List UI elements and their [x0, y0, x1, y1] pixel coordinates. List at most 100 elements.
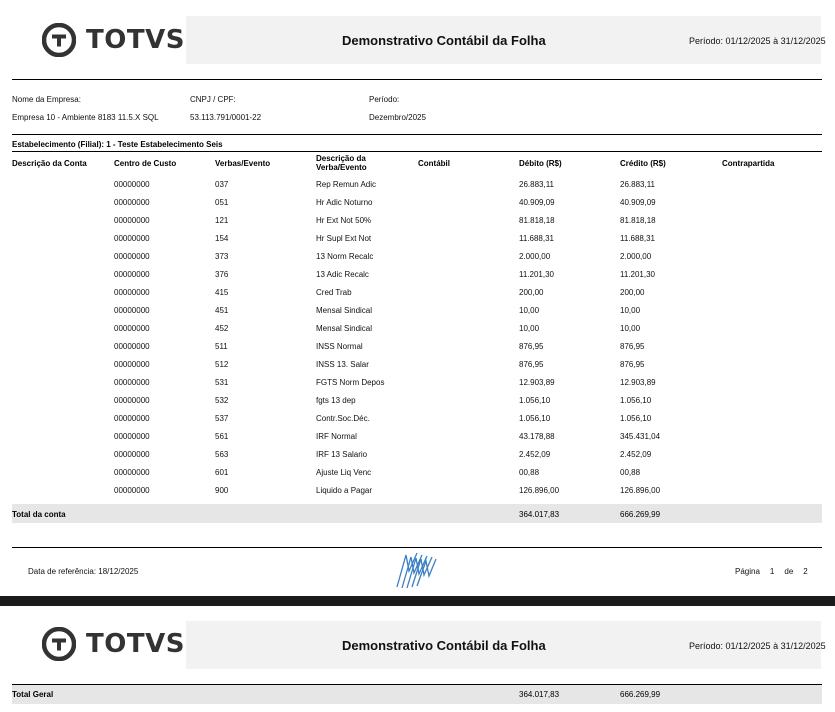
col-credito: Crédito (R$): [620, 159, 666, 168]
estabelecimento-heading: Estabelecimento (Filial): 1 - Teste Esta…: [12, 140, 223, 149]
row-centro-custo: 00000000: [114, 252, 150, 261]
row-descricao: Ajuste Liq Venc: [316, 468, 372, 477]
row-debito: 2.000,00: [519, 252, 551, 261]
row-descricao: Hr Ext Not 50%: [316, 216, 372, 225]
row-descricao: Contr.Soc.Déc.: [316, 414, 370, 423]
row-centro-custo: 00000000: [114, 324, 150, 333]
row-debito: 1.056,10: [519, 396, 551, 405]
row-debito: 876,95: [519, 360, 544, 369]
row-credito: 11.688,31: [620, 234, 655, 243]
row-centro-custo: 00000000: [114, 378, 150, 387]
row-debito: 00,88: [519, 468, 540, 477]
row-centro-custo: 00000000: [114, 450, 150, 459]
row-verba: 601: [215, 468, 229, 477]
periodo-value: Dezembro/2025: [369, 113, 426, 122]
col-verbas-evento: Verbas/Evento: [215, 159, 271, 168]
total-conta-debito: 364.017,83: [519, 510, 560, 519]
row-debito: 876,95: [519, 342, 544, 351]
row-descricao: INSS Normal: [316, 342, 363, 351]
row-verba: 037: [215, 180, 229, 189]
row-descricao: Liquido a Pagar: [316, 486, 373, 495]
row-centro-custo: 00000000: [114, 288, 150, 297]
row-debito: 11.201,30: [519, 270, 554, 279]
row-centro-custo: 00000000: [114, 486, 150, 495]
col-debito: Débito (R$): [519, 159, 562, 168]
row-credito: 81.818,18: [620, 216, 656, 225]
cnpj-value: 53.113.791/0001-22: [190, 113, 262, 122]
empresa-value: Empresa 10 - Ambiente 8183 11.5.X SQL: [12, 113, 159, 122]
row-credito: 876,95: [620, 342, 645, 351]
row-credito: 126.896,00: [620, 486, 661, 495]
col-contrapartida: Contrapartida: [722, 159, 775, 168]
row-verba: 373: [215, 252, 229, 261]
totvs-stripes-icon: [396, 552, 437, 589]
pagina-label: Página: [735, 567, 760, 576]
row-credito: 00,88: [620, 468, 641, 477]
row-verba: 451: [215, 306, 229, 315]
row-verba: 563: [215, 450, 229, 459]
pagina-atual: 1: [769, 567, 775, 576]
report-period-header: Período: 01/12/2025 à 31/12/2025: [689, 36, 826, 46]
row-verba: 532: [215, 396, 229, 405]
row-descricao: Rep Remun Adic: [316, 180, 377, 189]
row-debito: 40.909,09: [519, 198, 555, 207]
row-centro-custo: 00000000: [114, 468, 150, 477]
row-centro-custo: 00000000: [114, 234, 150, 243]
pagina-total: 2: [803, 567, 808, 576]
row-credito: 10,00: [620, 324, 641, 333]
brand-name: TOTVS: [86, 25, 185, 55]
row-credito: 10,00: [620, 306, 641, 315]
row-centro-custo: 00000000: [114, 198, 150, 207]
row-debito: 1.056,10: [519, 414, 551, 423]
total-geral-debito: 364.017,83: [519, 690, 560, 699]
total-geral-label: Total Geral: [12, 690, 54, 699]
totvs-logo-icon: [42, 627, 76, 661]
brand-logo-page2: TOTVS: [42, 627, 185, 661]
row-descricao: IRF 13 Salario: [316, 450, 368, 459]
brand-name-page2: TOTVS: [86, 629, 185, 659]
total-geral-credito: 666.269,99: [620, 690, 661, 699]
row-debito: 81.818,18: [519, 216, 555, 225]
header-divider: [12, 79, 822, 80]
row-descricao: Hr Adic Noturno: [316, 198, 373, 207]
total-geral-divider: [12, 684, 822, 685]
report-period-header-page2: Período: 01/12/2025 à 31/12/2025: [689, 641, 826, 651]
report-title: Demonstrativo Contábil da Folha: [342, 33, 546, 48]
empresa-label: Nome da Empresa:: [12, 95, 81, 104]
brand-logo: TOTVS: [42, 23, 185, 57]
periodo-label: Período:: [369, 95, 400, 104]
row-descricao: FGTS Norm Depos: [316, 378, 385, 387]
row-verba: 511: [215, 342, 228, 351]
row-credito: 11.201,30: [620, 270, 655, 279]
pagina-de: de: [784, 567, 794, 576]
row-descricao: IRF Normal: [316, 432, 357, 441]
row-debito: 126.896,00: [519, 486, 560, 495]
cnpj-label: CNPJ / CPF:: [190, 95, 236, 104]
row-descricao: Hr Supl Ext Not: [316, 234, 372, 243]
info-divider: [12, 134, 822, 135]
report-title-page2: Demonstrativo Contábil da Folha: [342, 638, 546, 653]
row-descricao: Mensal Sindical: [316, 324, 373, 333]
row-descricao: 13 Adic Recalc: [316, 270, 369, 279]
row-credito: 12.903,89: [620, 378, 656, 387]
row-centro-custo: 00000000: [114, 432, 150, 441]
row-debito: 43.178,88: [519, 432, 555, 441]
row-centro-custo: 00000000: [114, 396, 150, 405]
row-debito: 26.883,11: [519, 180, 554, 189]
row-debito: 11.688,31: [519, 234, 554, 243]
row-verba: 561: [215, 432, 229, 441]
col-contabil: Contábil: [418, 159, 450, 168]
row-debito: 2.452,09: [519, 450, 551, 459]
row-verba: 415: [215, 288, 229, 297]
row-debito: 12.903,89: [519, 378, 555, 387]
row-centro-custo: 00000000: [114, 216, 150, 225]
estabelecimento-divider: [12, 151, 822, 152]
col-centro-custo: Centro de Custo: [114, 159, 177, 168]
row-verba: 531: [215, 378, 229, 387]
row-descricao: fgts 13 dep: [316, 396, 356, 405]
row-credito: 876,95: [620, 360, 645, 369]
row-centro-custo: 00000000: [114, 414, 150, 423]
row-centro-custo: 00000000: [114, 342, 150, 351]
row-debito: 200,00: [519, 288, 544, 297]
row-verba: 121: [215, 216, 229, 225]
